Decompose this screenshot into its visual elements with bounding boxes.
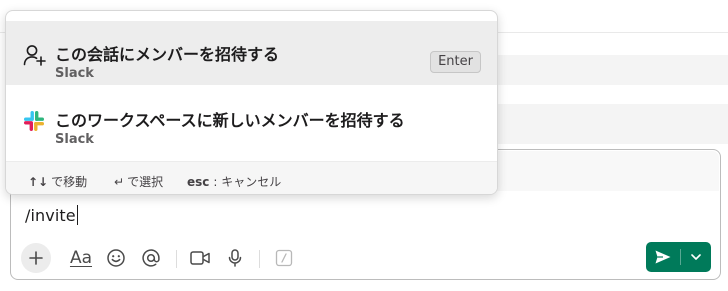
slash-command-icon bbox=[275, 249, 293, 267]
send-button-group bbox=[646, 242, 711, 272]
send-icon bbox=[655, 250, 671, 264]
hint-cancel: esc: キャンセル bbox=[187, 173, 281, 190]
message-input-value: /invite bbox=[25, 206, 76, 225]
popup-item-title: この会話にメンバーを招待する bbox=[55, 45, 280, 64]
slack-window: /invite Aa この会話にメンバーを招待する Slack Enter この… bbox=[0, 0, 728, 291]
return-key-icon: ↵ bbox=[114, 175, 125, 189]
popup-item-invite-to-conversation[interactable]: この会話にメンバーを招待する Slack Enter bbox=[6, 21, 497, 85]
video-clip-button[interactable] bbox=[185, 243, 215, 273]
attach-button[interactable] bbox=[21, 243, 51, 273]
enter-key-badge: Enter bbox=[430, 51, 481, 73]
at-sign-icon bbox=[142, 249, 160, 267]
emoji-icon bbox=[107, 249, 125, 267]
video-camera-icon bbox=[190, 251, 210, 265]
background-message-strip bbox=[473, 55, 728, 85]
background-message-strip bbox=[473, 104, 728, 144]
arrow-up-down-icon: ↑↓ bbox=[28, 175, 49, 189]
composer-toolbar: Aa bbox=[21, 243, 711, 275]
toolbar-divider bbox=[176, 250, 177, 268]
popup-item-source: Slack bbox=[55, 132, 94, 147]
hint-move-label: で移動 bbox=[51, 175, 88, 189]
text-caret bbox=[76, 205, 78, 225]
hint-cancel-label: : キャンセル bbox=[213, 175, 282, 189]
hint-select-label: で選択 bbox=[127, 175, 164, 189]
formatting-icon: Aa bbox=[69, 248, 93, 268]
popup-item-title: このワークスペースに新しいメンバーを招待する bbox=[55, 111, 405, 130]
message-input[interactable]: /invite bbox=[25, 205, 78, 225]
shortcuts-button[interactable] bbox=[269, 243, 299, 273]
send-button[interactable] bbox=[646, 242, 680, 272]
mention-button[interactable] bbox=[136, 243, 166, 273]
hint-esc-key: esc bbox=[187, 175, 210, 189]
hint-select: ↵ で選択 bbox=[114, 173, 163, 190]
formatting-button[interactable]: Aa bbox=[66, 243, 96, 273]
slash-command-popup: この会話にメンバーを招待する Slack Enter このワークスペースに新しい… bbox=[5, 10, 498, 195]
toolbar-divider bbox=[259, 250, 260, 268]
add-user-icon bbox=[22, 43, 48, 69]
plus-icon bbox=[29, 251, 43, 265]
hint-move: ↑↓ で移動 bbox=[28, 173, 87, 190]
microphone-icon bbox=[228, 249, 242, 267]
popup-item-invite-to-workspace[interactable]: このワークスペースに新しいメンバーを招待する Slack bbox=[6, 87, 497, 151]
emoji-button[interactable] bbox=[101, 243, 131, 273]
audio-clip-button[interactable] bbox=[220, 243, 250, 273]
popup-item-source: Slack bbox=[55, 66, 94, 81]
schedule-send-button[interactable] bbox=[681, 242, 711, 272]
popup-keyboard-hints: ↑↓ で移動 ↵ で選択 esc: キャンセル bbox=[6, 161, 497, 194]
chevron-down-icon bbox=[691, 254, 701, 260]
slack-logo-icon bbox=[22, 109, 48, 135]
